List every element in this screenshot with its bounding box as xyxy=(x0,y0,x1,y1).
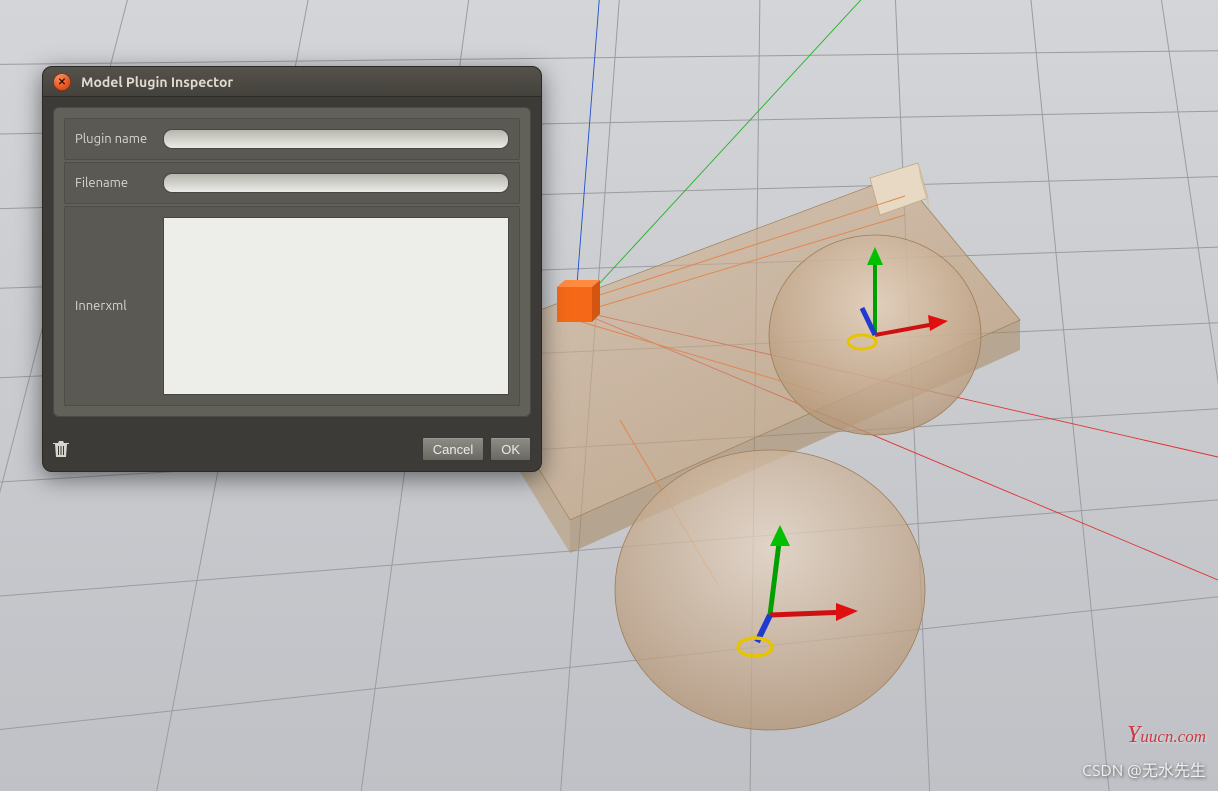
dialog-titlebar[interactable]: ✕ Model Plugin Inspector xyxy=(43,67,541,97)
innerxml-label: Innerxml xyxy=(75,299,155,313)
plugin-name-input[interactable] xyxy=(163,129,509,149)
dialog-body: Plugin name Filename Innerxml xyxy=(43,97,541,427)
innerxml-row: Innerxml xyxy=(64,206,520,406)
dialog-title: Model Plugin Inspector xyxy=(81,74,233,90)
ok-button[interactable]: OK xyxy=(490,437,531,461)
cancel-button[interactable]: Cancel xyxy=(422,437,484,461)
innerxml-input[interactable] xyxy=(163,217,509,395)
form-container: Plugin name Filename Innerxml xyxy=(53,107,531,417)
watermark-logo: Yuucn.com xyxy=(1127,722,1206,749)
filename-row: Filename xyxy=(64,162,520,204)
plugin-name-label: Plugin name xyxy=(75,132,155,146)
watermark-csdn: CSDN @无水先生 xyxy=(1082,757,1206,781)
trash-icon[interactable] xyxy=(53,440,69,458)
model-plugin-inspector-dialog: ✕ Model Plugin Inspector Plugin name Fil… xyxy=(42,66,542,472)
plugin-name-row: Plugin name xyxy=(64,118,520,160)
filename-input[interactable] xyxy=(163,173,509,193)
filename-label: Filename xyxy=(75,176,155,190)
close-icon[interactable]: ✕ xyxy=(53,73,71,91)
model-wheel-front[interactable] xyxy=(615,450,925,730)
dialog-footer: Cancel OK xyxy=(43,427,541,471)
selection-cube[interactable] xyxy=(557,280,600,322)
